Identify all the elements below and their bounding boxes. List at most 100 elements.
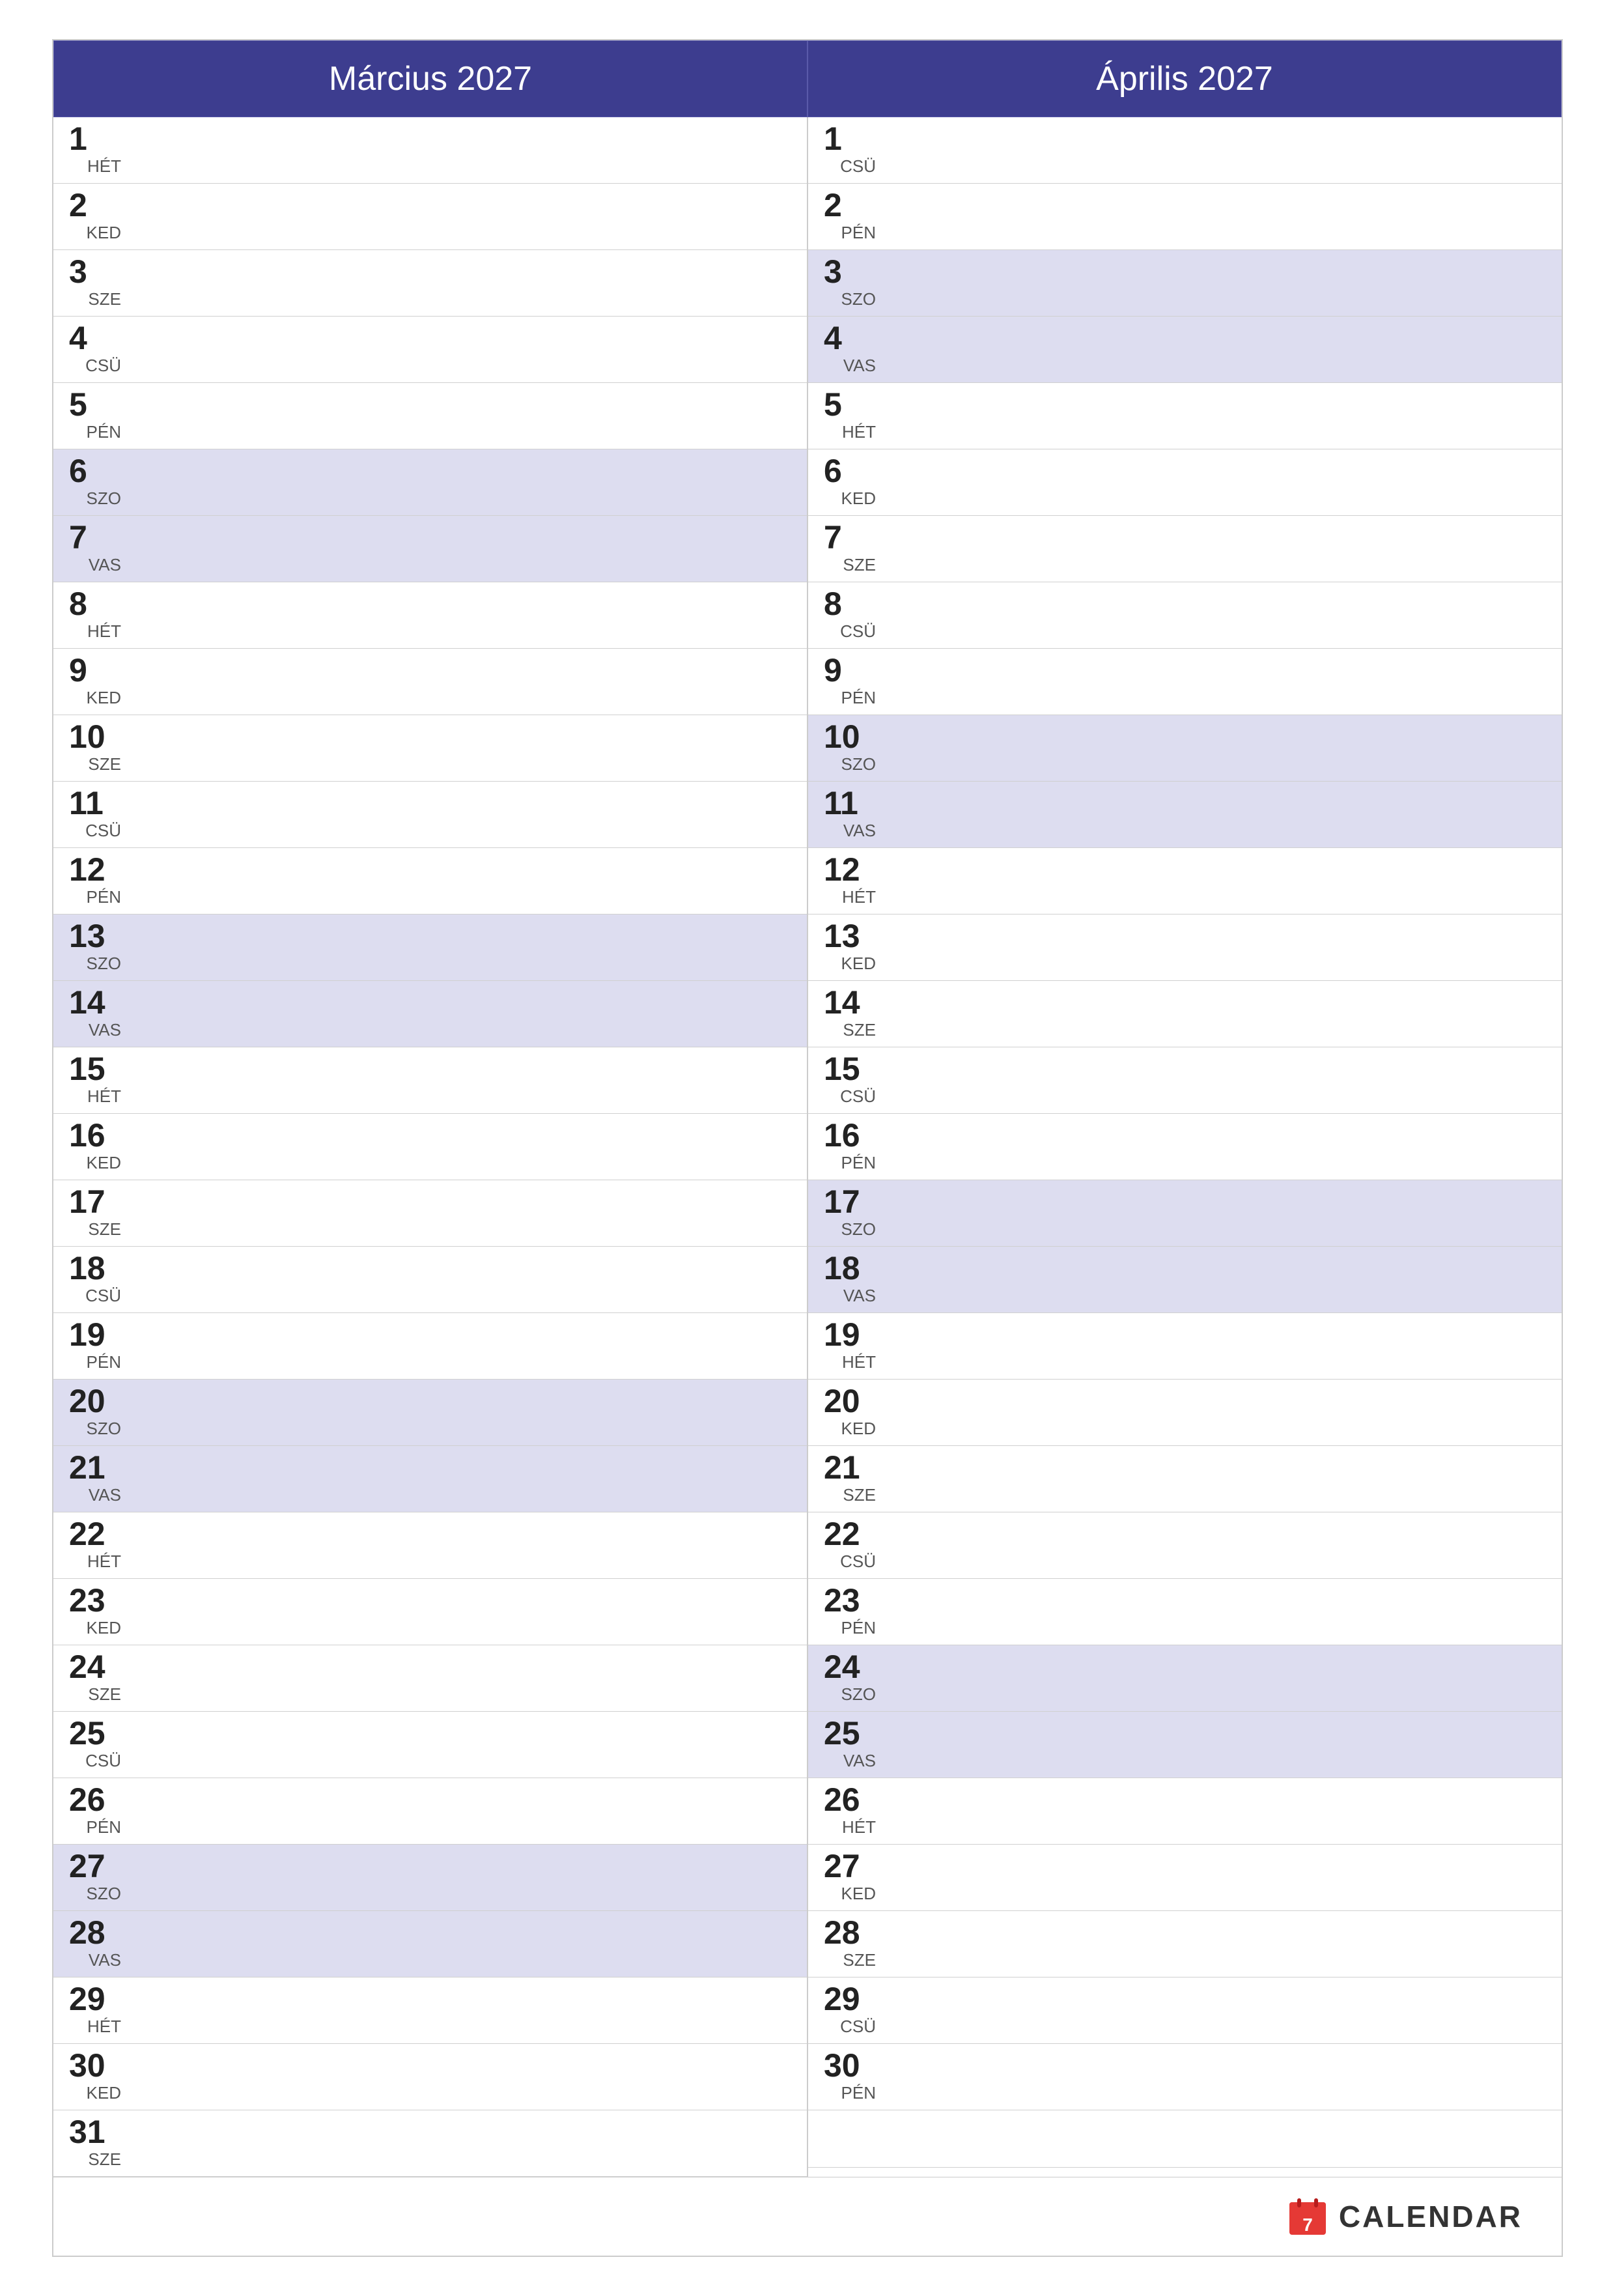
day-name: CSÜ (85, 356, 121, 377)
day-number: 21 (69, 1451, 121, 1484)
day-number: 2 (69, 189, 121, 221)
april-empty-row (808, 2110, 1562, 2168)
day-name: SZO (87, 954, 121, 975)
day-cell: 24 SZE (69, 1651, 121, 1706)
day-number: 6 (69, 455, 121, 487)
day-number: 28 (69, 1916, 121, 1949)
day-cell: 26 HÉT (824, 1783, 876, 1839)
day-cell: 28 VAS (69, 1916, 121, 1972)
day-cell: 30 PÉN (824, 2049, 876, 2105)
day-name: HÉT (842, 1352, 876, 1374)
day-name: SZO (87, 1419, 121, 1440)
day-name: VAS (843, 821, 876, 842)
march-day-14: 14 VAS (53, 981, 807, 1047)
day-cell: 10 SZO (824, 720, 876, 776)
day-cell: 14 SZE (824, 986, 876, 1042)
april-day-6: 6 KED (808, 449, 1562, 516)
day-cell: 24 SZO (824, 1651, 876, 1706)
day-name: KED (87, 223, 121, 244)
calendar-icon: 7 (1288, 2197, 1327, 2236)
day-cell: 13 SZO (69, 920, 121, 975)
day-name: KED (841, 954, 876, 975)
day-name: CSÜ (85, 1286, 121, 1307)
day-name: VAS (843, 356, 876, 377)
march-day-21: 21 VAS (53, 1446, 807, 1512)
days-container: 1 HÉT 2 KED 3 SZE 4 CSÜ 5 PÉN (53, 117, 1562, 2177)
day-name: HÉT (87, 621, 121, 643)
day-cell: 30 KED (69, 2049, 121, 2105)
day-name: CSÜ (840, 156, 876, 178)
day-cell: 20 SZO (69, 1385, 121, 1440)
day-cell: 7 VAS (69, 521, 121, 576)
day-cell: 2 KED (69, 189, 121, 244)
day-number: 28 (824, 1916, 876, 1949)
day-number: 16 (824, 1119, 876, 1152)
day-name: PÉN (87, 1817, 121, 1839)
day-number: 23 (69, 1584, 121, 1617)
april-header: Április 2027 (808, 40, 1562, 117)
day-cell: 6 SZO (69, 455, 121, 510)
day-cell: 25 CSÜ (69, 1717, 121, 1772)
day-name: PÉN (87, 887, 121, 909)
day-number: 16 (69, 1119, 121, 1152)
march-day-31: 31 SZE (53, 2110, 807, 2177)
day-number: 8 (824, 588, 876, 620)
day-name: CSÜ (840, 1086, 876, 1108)
day-cell: 9 PÉN (824, 654, 876, 709)
day-number: 14 (824, 986, 876, 1019)
april-day-12: 12 HÉT (808, 848, 1562, 914)
day-number: 13 (69, 920, 121, 952)
day-name: SZO (841, 754, 876, 776)
april-day-10: 10 SZO (808, 715, 1562, 782)
day-number: 30 (824, 2049, 876, 2082)
day-cell: 26 PÉN (69, 1783, 121, 1839)
day-name: VAS (89, 1950, 121, 1972)
day-cell: 1 HÉT (69, 122, 121, 178)
march-day-9: 9 KED (53, 649, 807, 715)
day-number: 9 (824, 654, 876, 687)
april-day-3: 3 SZO (808, 250, 1562, 317)
march-day-24: 24 SZE (53, 1645, 807, 1712)
day-name: PÉN (841, 1618, 876, 1639)
day-cell: 27 KED (824, 1850, 876, 1905)
day-number: 7 (69, 521, 121, 554)
day-name: HÉT (842, 1817, 876, 1839)
april-day-30: 30 PÉN (808, 2044, 1562, 2110)
day-cell: 8 HÉT (69, 588, 121, 643)
april-day-16: 16 PÉN (808, 1114, 1562, 1180)
april-column: 1 CSÜ 2 PÉN 3 SZO 4 VAS 5 HÉT (808, 117, 1562, 2177)
day-name: KED (841, 489, 876, 510)
day-number: 7 (824, 521, 876, 554)
march-day-17: 17 SZE (53, 1180, 807, 1247)
april-day-25: 25 VAS (808, 1712, 1562, 1778)
calendar-brand: 7 CALENDAR (1288, 2197, 1523, 2236)
march-day-5: 5 PÉN (53, 383, 807, 449)
day-number: 25 (69, 1717, 121, 1750)
day-cell: 16 PÉN (824, 1119, 876, 1174)
april-day-26: 26 HÉT (808, 1778, 1562, 1845)
day-cell: 11 VAS (824, 787, 876, 842)
march-day-12: 12 PÉN (53, 848, 807, 914)
day-name: SZE (843, 1950, 876, 1972)
day-cell: 2 PÉN (824, 189, 876, 244)
day-cell: 4 CSÜ (69, 322, 121, 377)
day-cell: 29 CSÜ (824, 1983, 876, 2038)
day-cell: 5 PÉN (69, 388, 121, 444)
day-name: PÉN (87, 1352, 121, 1374)
day-cell: 28 SZE (824, 1916, 876, 1972)
day-name: SZE (843, 1485, 876, 1507)
april-day-9: 9 PÉN (808, 649, 1562, 715)
day-number: 6 (824, 455, 876, 487)
day-cell: 9 KED (69, 654, 121, 709)
day-cell: 14 VAS (69, 986, 121, 1042)
march-day-10: 10 SZE (53, 715, 807, 782)
day-name: SZO (841, 289, 876, 311)
april-day-7: 7 SZE (808, 516, 1562, 582)
day-name: SZE (88, 2149, 121, 2171)
march-day-4: 4 CSÜ (53, 317, 807, 383)
day-number: 8 (69, 588, 121, 620)
march-day-2: 2 KED (53, 184, 807, 250)
day-number: 10 (69, 720, 121, 753)
april-day-19: 19 HÉT (808, 1313, 1562, 1380)
day-name: SZO (87, 1884, 121, 1905)
